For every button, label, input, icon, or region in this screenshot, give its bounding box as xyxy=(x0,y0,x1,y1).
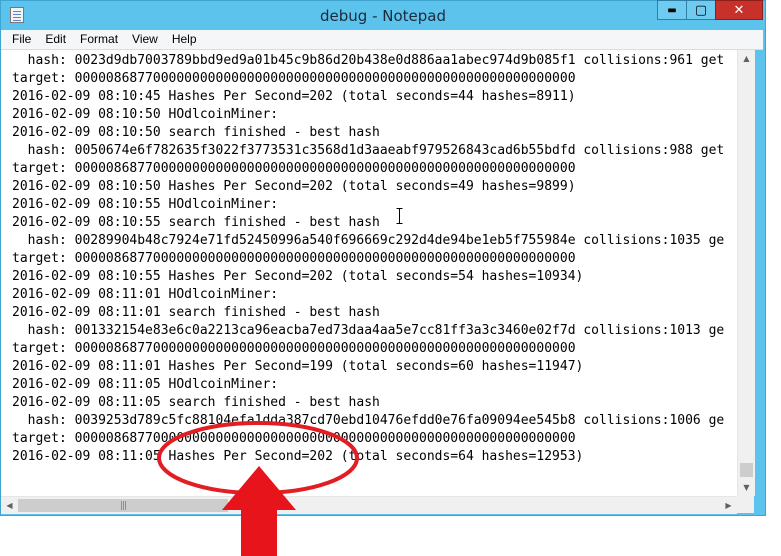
up-arrow-icon xyxy=(222,466,296,556)
annotation-overlay xyxy=(157,421,359,556)
